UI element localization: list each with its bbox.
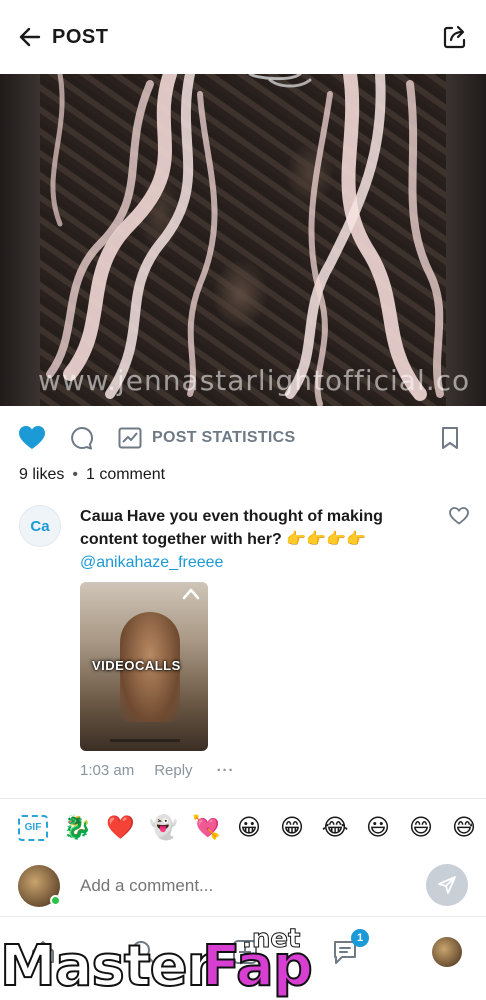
separator-dot: •	[72, 466, 78, 483]
speech-bubble-icon	[71, 426, 94, 450]
post-actions: POST STATISTICS	[0, 418, 486, 458]
comment-attachment-thumbnail[interactable]: VIDEOCALLS	[80, 582, 208, 751]
nav-messages[interactable]: 1	[330, 929, 369, 967]
image-watermark: www.jennastarlightofficial.co	[38, 364, 471, 397]
bottom-navigation: 1	[0, 916, 486, 1000]
like-button[interactable]	[18, 424, 46, 452]
send-icon	[438, 876, 456, 894]
emoji-big-eyes[interactable]: 😃	[364, 815, 392, 841]
thumbnail-chair	[110, 692, 180, 742]
post-statistics-label[interactable]: POST STATISTICS	[152, 429, 295, 447]
engagement-summary: 9 likes • 1 comment	[19, 466, 165, 484]
emoji-grinning[interactable]: 😀	[235, 815, 263, 841]
profile-avatar	[432, 937, 462, 967]
hair-strands-graphic	[46, 74, 444, 406]
reply-button[interactable]: Reply	[154, 762, 192, 779]
thumbnail-caption: VIDEOCALLS	[92, 658, 181, 673]
comment-like-button[interactable]	[449, 507, 469, 527]
comment-meta: 1:03 am Reply ···	[80, 762, 235, 779]
comment-input[interactable]	[80, 876, 400, 896]
comment-text: Have you even thought of making content …	[80, 508, 383, 548]
comment-time: 1:03 am	[80, 762, 135, 779]
add-comment-row	[0, 856, 486, 916]
messages-badge: 1	[351, 929, 369, 947]
back-button[interactable]	[18, 25, 42, 49]
bookmark-button[interactable]	[436, 424, 464, 452]
bookmark-icon	[442, 427, 458, 449]
emoji-quick-bar: GIF 🐉 ❤️ 👻 💘 😀 😁 😂 😃 😄 😅	[0, 798, 486, 856]
nav-profile[interactable]	[432, 937, 462, 967]
share-button[interactable]	[442, 24, 468, 50]
heart-filled-icon	[19, 426, 45, 449]
share-external-icon	[443, 25, 466, 49]
comment-mention-link[interactable]: @anikahaze_freeee	[80, 551, 400, 574]
search-icon	[132, 941, 155, 964]
plus-square-icon	[233, 940, 257, 964]
post-image[interactable]: www.jennastarlightofficial.co	[0, 74, 486, 406]
likes-count[interactable]: 9 likes	[19, 466, 64, 484]
online-status-dot	[50, 895, 61, 906]
heart-outline-icon	[449, 507, 469, 525]
arrow-left-icon	[19, 27, 41, 47]
nav-search[interactable]	[128, 937, 158, 967]
emoji-smiling-eyes[interactable]: 😄	[407, 815, 435, 841]
commenter-avatar[interactable]: Ca	[19, 505, 61, 547]
page-title: POST	[52, 25, 109, 48]
emoji-tears-of-joy[interactable]: 😂	[321, 815, 349, 841]
comments-count[interactable]: 1 comment	[86, 466, 165, 484]
emoji-dragon[interactable]: 🐉	[63, 815, 92, 841]
home-icon	[32, 941, 54, 963]
emoji-ghost[interactable]: 👻	[149, 815, 178, 841]
chart-trend-icon	[118, 427, 142, 449]
emoji-heart-arrow[interactable]: 💘	[192, 815, 221, 841]
comment-author[interactable]: Саша	[80, 508, 123, 525]
send-button[interactable]	[426, 864, 468, 906]
nav-create[interactable]	[230, 937, 260, 967]
top-bar: POST	[0, 0, 486, 74]
emoji-heart[interactable]: ❤️	[106, 815, 135, 841]
comment-button[interactable]	[68, 424, 96, 452]
post-statistics-button[interactable]	[116, 424, 144, 452]
emoji-sweat-smile[interactable]: 😅	[450, 815, 478, 841]
my-avatar[interactable]	[18, 865, 61, 907]
chevron-up-icon[interactable]	[182, 586, 200, 600]
nav-home[interactable]	[28, 937, 58, 967]
emoji-beaming[interactable]: 😁	[278, 815, 306, 841]
comment-body: Саша Have you even thought of making cont…	[80, 505, 400, 574]
more-options-button[interactable]: ···	[217, 762, 235, 779]
gif-button[interactable]: GIF	[18, 814, 48, 841]
